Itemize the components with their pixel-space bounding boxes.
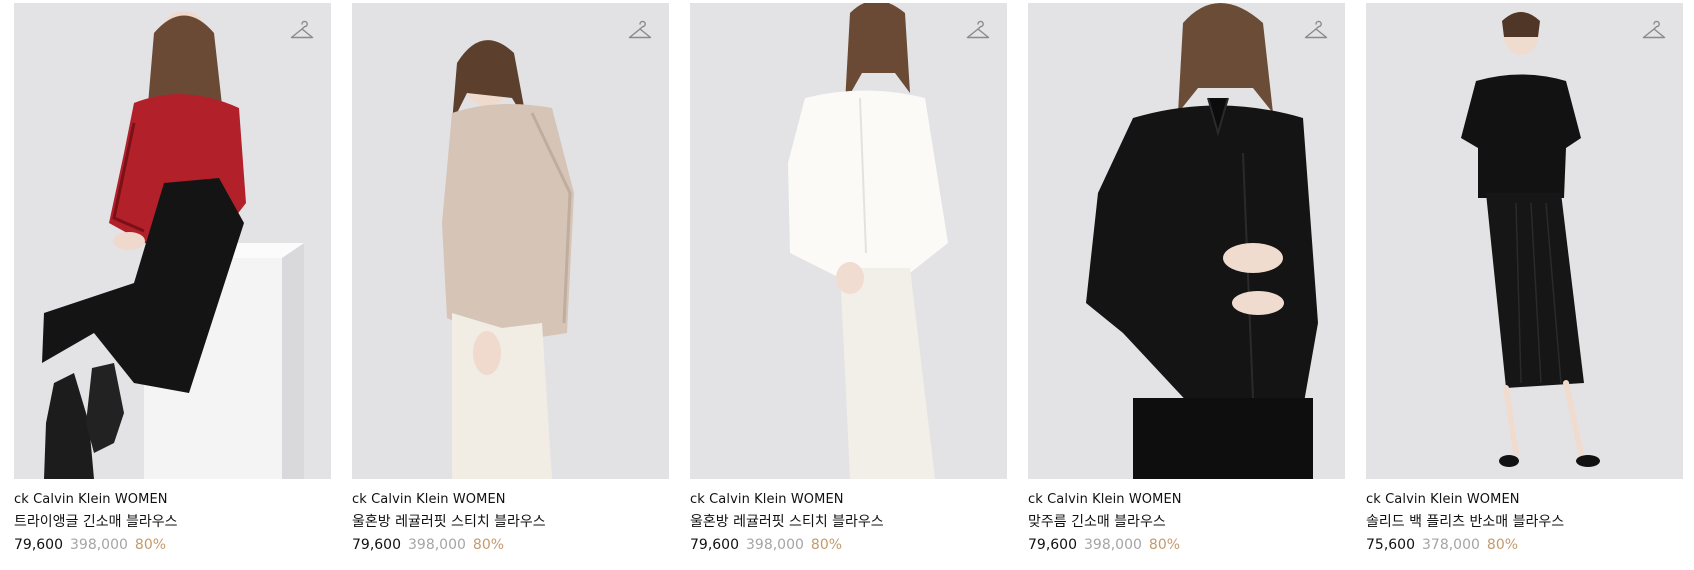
product-brand[interactable]: ck Calvin Klein WOMEN	[1366, 491, 1683, 509]
product-photo-white-blouse	[690, 3, 1007, 479]
product-name[interactable]: 솔리드 백 플리츠 반소매 블라우스	[1366, 512, 1683, 532]
product-card[interactable]: ck Calvin Klein WOMEN 울혼방 레귤러핏 스티치 블라우스 …	[690, 3, 1007, 555]
product-card[interactable]: ck Calvin Klein WOMEN 맞주름 긴소매 블라우스 79,60…	[1028, 3, 1345, 555]
price-row: 79,600 398,000 80%	[1028, 535, 1345, 555]
discount-rate: 80%	[1148, 537, 1181, 553]
original-price: 378,000	[1422, 537, 1480, 553]
product-photo-red-blouse	[14, 3, 331, 479]
hanger-icon	[1642, 20, 1666, 39]
product-name[interactable]: 맞주름 긴소매 블라우스	[1028, 512, 1345, 532]
product-image[interactable]	[1366, 3, 1683, 479]
product-name[interactable]: 울혼방 레귤러핏 스티치 블라우스	[352, 512, 669, 532]
product-photo-black-shirt	[1028, 3, 1345, 479]
sale-price: 79,600	[352, 537, 401, 553]
price-row: 79,600 398,000 80%	[352, 535, 669, 555]
product-grid: ck Calvin Klein WOMEN 트라이앵글 긴소매 블라우스 79,…	[14, 3, 1683, 555]
hanger-icon	[1304, 20, 1328, 39]
wishlist-hanger-button[interactable]	[289, 19, 315, 45]
product-brand[interactable]: ck Calvin Klein WOMEN	[1028, 491, 1345, 509]
wishlist-hanger-button[interactable]	[1303, 19, 1329, 45]
product-card[interactable]: ck Calvin Klein WOMEN 울혼방 레귤러핏 스티치 블라우스 …	[352, 3, 669, 555]
hanger-icon	[628, 20, 652, 39]
product-brand[interactable]: ck Calvin Klein WOMEN	[14, 491, 331, 509]
product-card[interactable]: ck Calvin Klein WOMEN 트라이앵글 긴소매 블라우스 79,…	[14, 3, 331, 555]
product-name[interactable]: 트라이앵글 긴소매 블라우스	[14, 512, 331, 532]
price-row: 75,600 378,000 80%	[1366, 535, 1683, 555]
discount-rate: 80%	[810, 537, 843, 553]
original-price: 398,000	[408, 537, 466, 553]
product-brand[interactable]: ck Calvin Klein WOMEN	[352, 491, 669, 509]
product-photo-black-pleated	[1366, 3, 1683, 479]
wishlist-hanger-button[interactable]	[1641, 19, 1667, 45]
original-price: 398,000	[1084, 537, 1142, 553]
hanger-icon	[290, 20, 314, 39]
product-photo-beige-knit	[352, 3, 669, 479]
wishlist-hanger-button[interactable]	[627, 19, 653, 45]
product-name[interactable]: 울혼방 레귤러핏 스티치 블라우스	[690, 512, 1007, 532]
discount-rate: 80%	[134, 537, 167, 553]
original-price: 398,000	[70, 537, 128, 553]
product-card[interactable]: ck Calvin Klein WOMEN 솔리드 백 플리츠 반소매 블라우스…	[1366, 3, 1683, 555]
sale-price: 79,600	[1028, 537, 1077, 553]
product-image[interactable]	[1028, 3, 1345, 479]
product-image[interactable]	[14, 3, 331, 479]
product-image[interactable]	[690, 3, 1007, 479]
product-image[interactable]	[352, 3, 669, 479]
discount-rate: 80%	[472, 537, 505, 553]
hanger-icon	[966, 20, 990, 39]
original-price: 398,000	[746, 537, 804, 553]
product-brand[interactable]: ck Calvin Klein WOMEN	[690, 491, 1007, 509]
wishlist-hanger-button[interactable]	[965, 19, 991, 45]
price-row: 79,600 398,000 80%	[690, 535, 1007, 555]
price-row: 79,600 398,000 80%	[14, 535, 331, 555]
discount-rate: 80%	[1486, 537, 1519, 553]
sale-price: 79,600	[14, 537, 63, 553]
sale-price: 79,600	[690, 537, 739, 553]
sale-price: 75,600	[1366, 537, 1415, 553]
